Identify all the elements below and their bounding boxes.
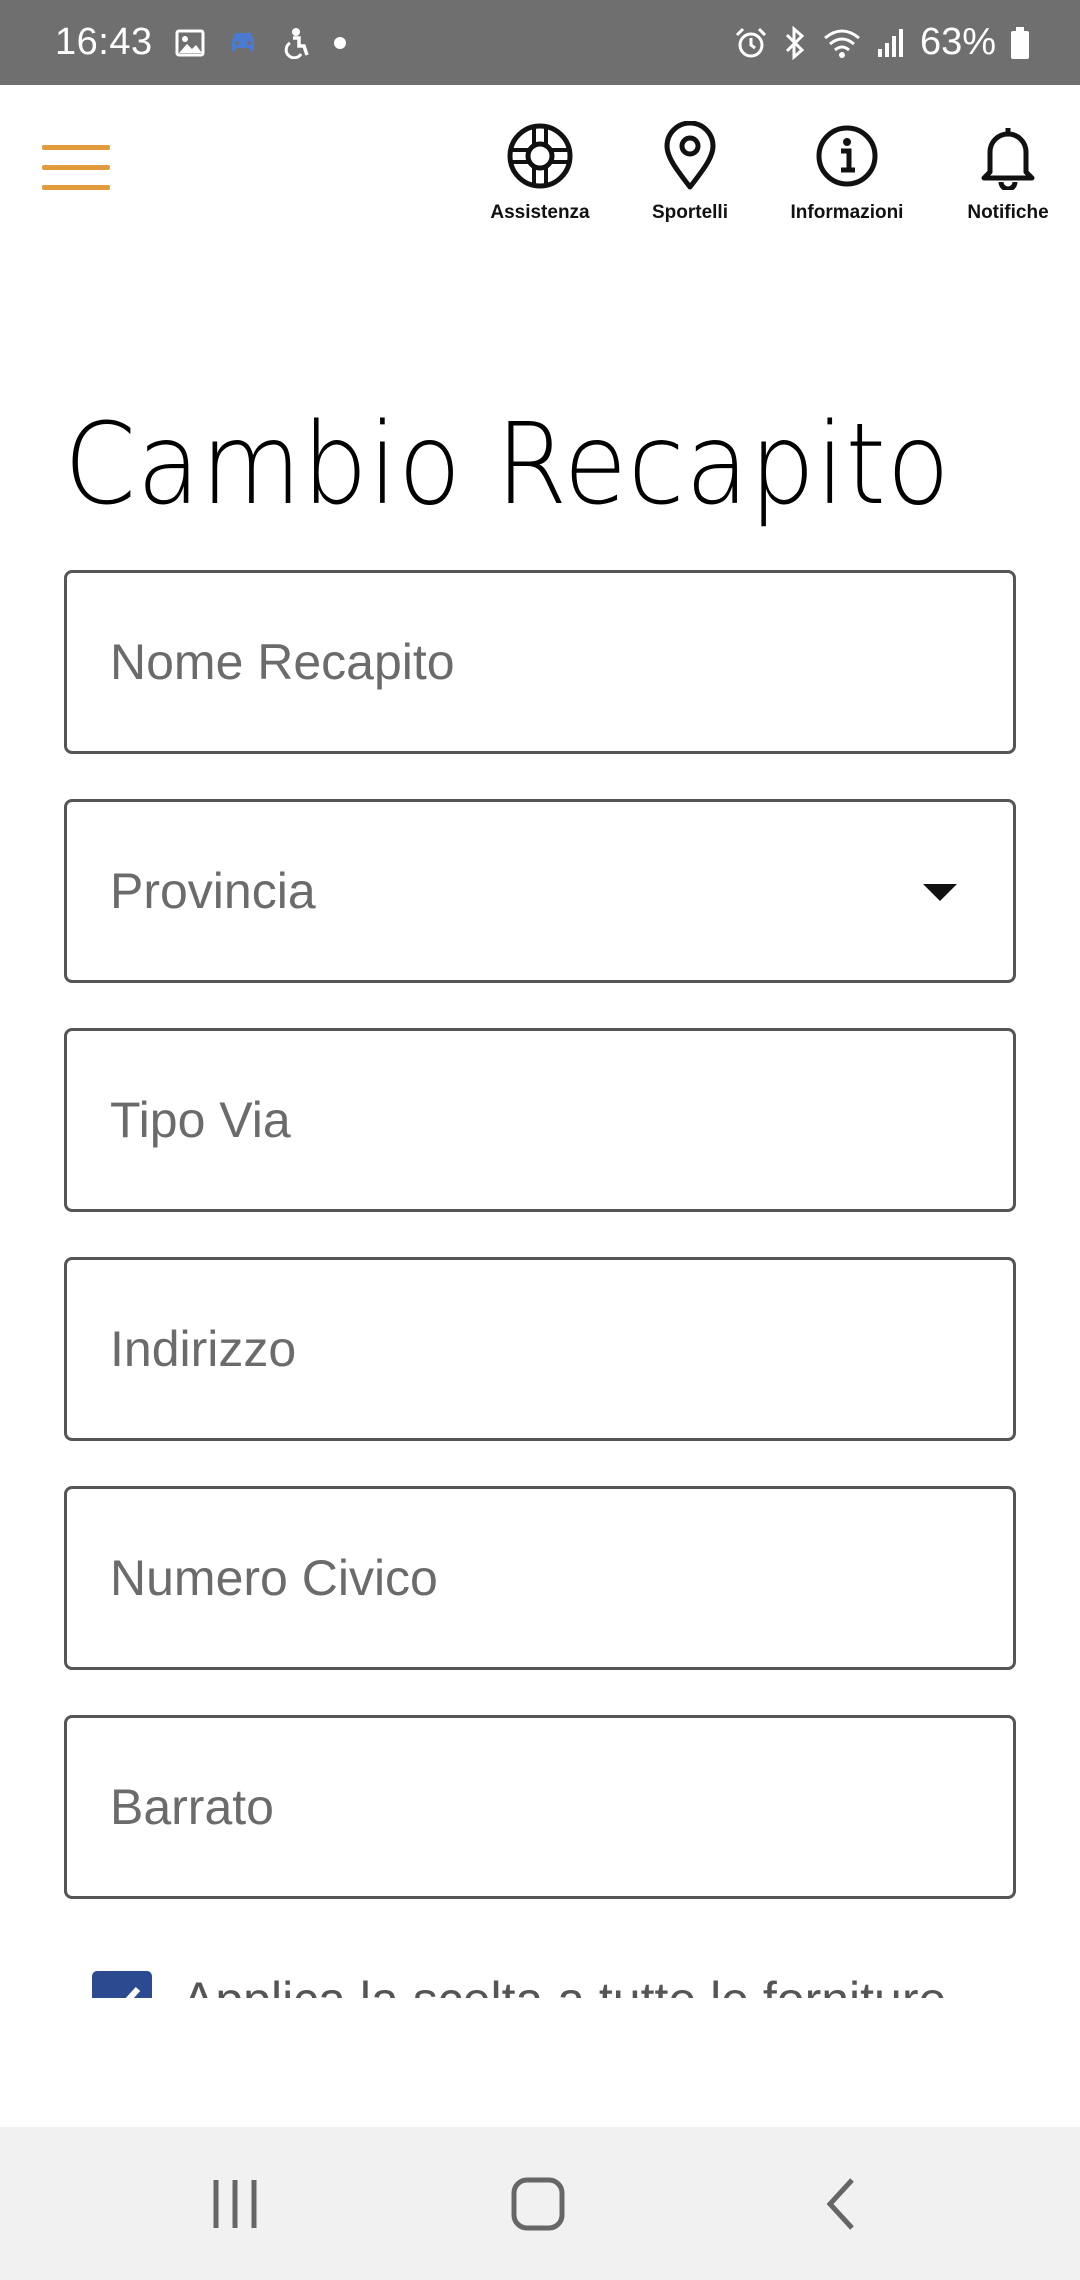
status-bar: 16:43 63% — [0, 0, 1080, 85]
status-right: 63% — [734, 0, 1030, 85]
signal-icon — [876, 27, 906, 59]
bell-icon — [978, 120, 1038, 192]
indirizzo-input[interactable] — [67, 1260, 1013, 1438]
indirizzo-field[interactable] — [64, 1257, 1016, 1441]
check-icon — [125, 1986, 141, 1998]
alarm-icon — [734, 26, 768, 60]
nome-recapito-field[interactable] — [64, 570, 1016, 754]
menu-bar — [42, 145, 110, 150]
tipo-via-input[interactable] — [67, 1031, 1013, 1209]
nav-sportelli[interactable]: Sportelli — [615, 120, 765, 224]
recent-apps-icon — [213, 2179, 257, 2228]
apply-all-checkbox[interactable] — [92, 1971, 152, 1998]
status-left: 16:43 — [55, 0, 347, 85]
caret-down-icon — [923, 884, 957, 901]
nav-notifiche[interactable]: Notifiche — [933, 120, 1080, 224]
nav-informazioni-label: Informazioni — [790, 202, 904, 223]
apply-all-label: Applica la scelta a tutte le forniture — [182, 1971, 946, 1998]
battery-percent: 63% — [919, 21, 996, 63]
car-icon — [227, 29, 259, 57]
menu-button[interactable] — [42, 145, 110, 191]
apply-all-row: Applica la scelta a tutte le forniture — [90, 1965, 1050, 1998]
provincia-select-label: Provincia — [110, 863, 316, 919]
barrato-field[interactable] — [64, 1715, 1016, 1899]
numero-civico-input[interactable] — [67, 1489, 1013, 1667]
info-icon — [815, 120, 879, 192]
system-nav-bar — [0, 2127, 1080, 2280]
tipo-via-field[interactable] — [64, 1028, 1016, 1212]
dot-icon — [333, 36, 347, 50]
lifebuoy-icon — [506, 120, 574, 192]
nav-assistenza[interactable]: Assistenza — [465, 120, 615, 224]
status-time: 16:43 — [55, 21, 153, 63]
home-button[interactable] — [458, 2127, 618, 2280]
accessibility-icon — [281, 27, 311, 59]
numero-civico-field[interactable] — [64, 1486, 1016, 1670]
recent-apps-button[interactable] — [155, 2127, 315, 2280]
app-header: Assistenza Sportelli Informazioni Notifi… — [0, 85, 1080, 255]
bluetooth-icon — [782, 25, 808, 60]
nav-informazioni[interactable]: Informazioni — [772, 120, 922, 224]
back-button[interactable] — [760, 2127, 920, 2280]
nome-recapito-input[interactable] — [67, 573, 1013, 751]
nav-assistenza-label: Assistenza — [490, 202, 590, 223]
battery-icon — [1010, 26, 1030, 60]
back-icon — [826, 2177, 854, 2230]
menu-bar — [42, 185, 110, 190]
image-icon — [175, 28, 205, 58]
nav-notifiche-label: Notifiche — [967, 202, 1049, 223]
barrato-input[interactable] — [67, 1718, 1013, 1896]
home-icon — [511, 2177, 565, 2230]
menu-bar — [42, 165, 110, 170]
wifi-icon — [822, 27, 862, 59]
provincia-select[interactable]: Provincia — [64, 799, 1016, 983]
page-title: Cambio Recapito — [64, 400, 951, 530]
nav-sportelli-label: Sportelli — [651, 202, 728, 223]
location-pin-icon — [662, 120, 718, 192]
